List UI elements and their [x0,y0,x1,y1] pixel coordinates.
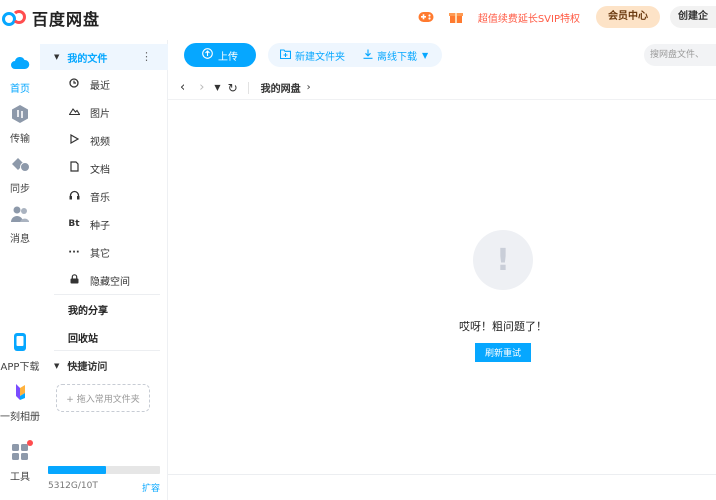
music-icon [67,190,81,203]
lock-icon [67,273,81,287]
clock-icon [67,77,81,91]
toolbar-action-group: 新建文件夹 离线下载 ▼ [268,43,442,67]
nav-app-download[interactable]: APP下载 [0,332,40,373]
svip-renew-promo-link[interactable]: 超值续费延长SVIP特权 [478,10,580,25]
quick-access-label: 快捷访问 [67,362,108,373]
nav-transfer[interactable]: 传输 [0,104,40,145]
error-illustration: ! [473,230,533,290]
search-input[interactable] [644,44,716,66]
quick-access-header[interactable]: ▼ 快捷访问 [40,358,168,374]
breadcrumb: ‹ › ▼ ↻ 我的网盘 › [168,76,716,100]
left-nav: 首页 传输 同步 消息 APP下载 一刻相册 工具 [0,40,40,500]
new-folder-button[interactable]: 新建文件夹 [279,48,345,63]
create-enterprise-button[interactable]: 创建企 [670,6,716,28]
member-center-button[interactable]: 会员中心 [596,6,660,28]
history-dropdown-icon[interactable]: ▼ [214,83,220,92]
more-icon: ··· [68,246,80,258]
breadcrumb-root[interactable]: 我的网盘 [261,80,301,95]
nav-moment-album[interactable]: 一刻相册 [0,382,40,423]
nav-messages[interactable]: 消息 [0,204,40,245]
drop-folder-zone[interactable]: + 拖入常用文件夹 [56,384,150,412]
sidebar-item-recent[interactable]: 最近 [40,74,168,94]
sidebar-item-hidden-space[interactable]: 隐藏空间 [40,270,168,290]
toolbar: 上传 新建文件夹 离线下载 ▼ [168,40,716,72]
upload-icon [202,48,213,62]
storage-quota-text: 5312G/10T [48,481,98,491]
app-name: 百度网盘 [32,10,101,29]
storage-quota-fill [48,466,107,474]
download-icon [363,49,373,62]
sidebar-divider [54,294,160,295]
nav-home[interactable]: 首页 [0,54,40,95]
collapse-triangle-icon[interactable]: ▼ [54,362,59,370]
nav-sync[interactable]: 同步 [0,154,40,195]
phone-icon [14,333,26,351]
back-arrow-icon[interactable]: ‹ [180,80,185,95]
sidebar-item-my-share[interactable]: 我的分享 [68,302,108,317]
my-files-label: 我的文件 [67,53,108,65]
sidebar-item-videos[interactable]: 视频 [40,130,168,150]
my-files-header[interactable]: ▼ 我的文件 ⋮ [40,44,168,70]
message-icon [11,206,29,222]
baidu-netdisk-logo-icon [2,8,28,28]
file-sidebar: ▼ 我的文件 ⋮ 最近 图片 视频 文档 音乐 Bt 种子 ··· 其它 隐藏空… [40,40,168,500]
sidebar-item-recycle-bin[interactable]: 回收站 [68,330,98,345]
forward-arrow-icon[interactable]: › [199,80,204,95]
breadcrumb-separator [247,81,249,94]
upload-button[interactable]: 上传 [184,43,256,67]
offline-download-button[interactable]: 离线下载 ▼ [363,48,428,63]
sidebar-item-documents[interactable]: 文档 [40,158,168,178]
video-icon [67,133,81,147]
sidebar-item-music[interactable]: 音乐 [40,186,168,206]
sidebar-item-torrents[interactable]: Bt 种子 [40,214,168,234]
collapse-triangle-icon[interactable]: ▼ [54,53,59,61]
upload-label: 上传 [218,51,238,63]
image-icon [67,106,81,118]
refresh-icon[interactable]: ↻ [228,81,238,95]
sync-icon [12,158,30,172]
document-icon [67,161,81,175]
top-bar: 百度网盘 超值续费延长SVIP特权 会员中心 创建企 [0,0,716,34]
album-icon [16,384,25,400]
app-logo[interactable]: 百度网盘 [2,6,100,30]
tools-notification-dot [27,440,33,446]
dropdown-caret-icon[interactable]: ▼ [422,51,428,60]
transfer-icon [12,105,28,123]
expand-storage-link[interactable]: 扩容 [142,481,160,494]
retry-button[interactable]: 刷新重试 [475,343,531,362]
chevron-right-icon: › [306,82,311,93]
nav-tools[interactable]: 工具 [0,442,40,483]
bt-icon: Bt [68,219,80,229]
storage-quota-bar [48,466,160,474]
error-message: 哎呀！粗问题了！ [459,320,547,333]
more-options-icon[interactable]: ⋮ [141,50,152,63]
cloud-icon [11,56,30,69]
new-folder-icon [279,48,292,62]
sidebar-item-others[interactable]: ··· 其它 [40,242,168,262]
exclamation-icon: ! [496,242,510,278]
sidebar-item-images[interactable]: 图片 [40,102,168,122]
gift-icon[interactable] [448,9,464,25]
bottom-divider [168,474,716,475]
sidebar-divider [54,350,160,351]
game-controller-icon[interactable] [418,9,434,25]
